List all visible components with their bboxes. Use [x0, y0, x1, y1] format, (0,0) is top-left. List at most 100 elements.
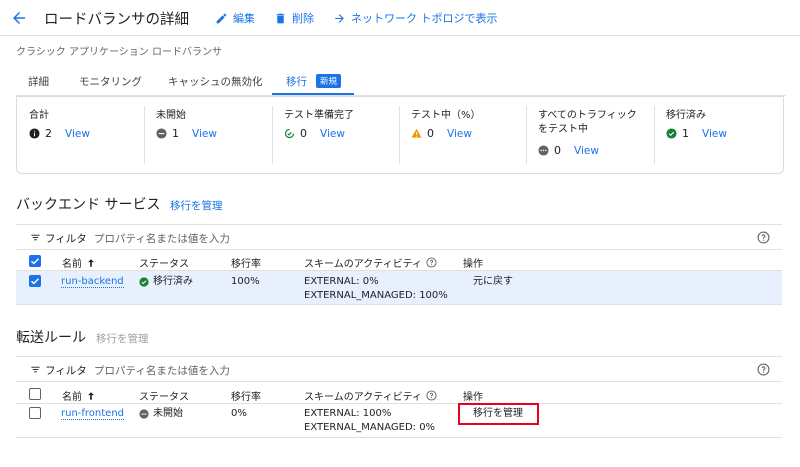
active-tab-indicator	[272, 93, 354, 95]
help-icon[interactable]	[426, 390, 437, 401]
more-circle-icon	[538, 145, 549, 156]
forwarding-name-link[interactable]: run-frontend	[61, 408, 125, 420]
help-icon[interactable]	[757, 363, 770, 376]
forwarding-filter-bar[interactable]: フィルタ プロパティ名または値を入力	[16, 356, 782, 382]
scheme-external-managed: EXTERNAL_MANAGED: 0%	[304, 422, 436, 433]
arrow-right-icon	[335, 13, 344, 23]
help-icon[interactable]	[426, 257, 437, 268]
sort-ascending-icon	[88, 258, 94, 267]
stat-migrated-title: 移行済み	[666, 110, 706, 121]
filter-icon	[31, 234, 40, 241]
stat-total-title: 合計	[29, 110, 49, 121]
rate-cell: 0%	[231, 408, 247, 419]
backend-services-title: バックエンド サービス	[16, 197, 161, 213]
tab-details[interactable]: 詳細	[28, 74, 49, 89]
sort-ascending-icon	[88, 391, 94, 400]
stat-testing-count: 0	[427, 127, 434, 140]
scheme-external-managed: EXTERNAL_MANAGED: 100%	[304, 290, 448, 301]
column-actions-header: 操作	[463, 259, 483, 270]
delete-label: 削除	[292, 12, 314, 25]
check-circle-icon	[666, 128, 677, 139]
page-title: ロードバランサの詳細	[44, 12, 189, 28]
table-row[interactable]: run-frontend 未開始 0% EXTERNAL: 100% EXTER…	[16, 404, 782, 438]
column-actions-header: 操作	[463, 392, 483, 403]
status-label: 未開始	[153, 408, 183, 419]
stat-divider	[144, 106, 145, 164]
filter-label: フィルタ	[45, 365, 87, 377]
warning-icon	[411, 128, 422, 138]
network-topology-button[interactable]: ネットワーク トポロジで表示	[333, 10, 498, 26]
minus-circle-icon	[156, 128, 167, 139]
page-header: ロードバランサの詳細 編集 削除 ネットワーク トポロジで表示	[0, 0, 800, 36]
backend-filter-bar[interactable]: フィルタ プロパティ名または値を入力	[16, 224, 782, 250]
filter-label: フィルタ	[45, 233, 87, 245]
help-icon[interactable]	[757, 231, 770, 244]
forwarding-table-header: 名前 ステータス 移行率 スキームのアクティビティ 操作	[16, 385, 782, 404]
info-icon	[29, 128, 40, 139]
column-scheme-header: スキームのアクティビティ	[304, 255, 437, 270]
back-arrow-icon[interactable]	[10, 9, 28, 27]
stat-divider	[272, 106, 273, 164]
stat-testing-value: 0 View	[411, 127, 472, 140]
column-name-header[interactable]: 名前	[62, 388, 96, 403]
row-checkbox[interactable]	[29, 275, 41, 287]
scheme-external: EXTERNAL: 100%	[304, 408, 392, 419]
load-balancer-type: クラシック アプリケーション ロードバランサ	[16, 47, 222, 58]
stat-total-value: 2 View	[29, 127, 90, 140]
stat-divider	[399, 106, 400, 164]
tab-cache-invalidation[interactable]: キャッシュの無効化	[168, 74, 263, 89]
stat-divider	[526, 106, 527, 164]
stat-all-traffic-title: すべてのトラフィック をテスト中	[538, 109, 637, 137]
select-all-checkbox[interactable]	[29, 255, 41, 267]
stat-all-traffic-count: 0	[554, 144, 561, 157]
column-name-label: 名前	[62, 259, 82, 270]
stat-migrated-count: 1	[682, 127, 689, 140]
stat-testing-view-link[interactable]: View	[447, 128, 472, 140]
check-icon	[30, 278, 40, 285]
stat-all-traffic-title-line2: をテスト中	[538, 124, 588, 135]
status-label: 移行済み	[153, 276, 193, 287]
stat-migrated-value: 1 View	[666, 127, 727, 140]
backend-name-link[interactable]: run-backend	[61, 276, 124, 288]
stat-ready-value: 0 View	[284, 127, 345, 140]
table-row[interactable]: run-backend 移行済み 100% EXTERNAL: 0% EXTER…	[16, 271, 782, 305]
stat-total-view-link[interactable]: View	[65, 128, 90, 140]
revert-button[interactable]: 元に戻す	[473, 275, 513, 289]
stat-not-started-view-link[interactable]: View	[192, 128, 217, 140]
new-badge: 新規	[316, 74, 342, 88]
column-name-header[interactable]: 名前	[62, 255, 96, 270]
scheme-external: EXTERNAL: 0%	[304, 276, 379, 287]
tab-migration[interactable]: 移行	[286, 74, 307, 89]
column-scheme-label: スキームのアクティビティ	[304, 259, 422, 270]
stat-not-started-value: 1 View	[156, 127, 217, 140]
status-cell: 移行済み	[139, 275, 193, 289]
stat-not-started-count: 1	[172, 127, 179, 140]
stat-testing-title: テスト中（%）	[411, 110, 481, 121]
filter-icon	[31, 366, 40, 373]
refresh-check-icon	[284, 128, 295, 139]
highlight-box	[458, 403, 539, 425]
stat-migrated-view-link[interactable]: View	[702, 128, 727, 140]
stat-ready-count: 0	[300, 127, 307, 140]
edit-label: 編集	[233, 12, 255, 25]
stat-total-count: 2	[45, 127, 52, 140]
column-status-header: ステータス	[139, 259, 189, 270]
select-all-checkbox[interactable]	[29, 388, 41, 400]
column-scheme-label: スキームのアクティビティ	[304, 392, 422, 403]
stat-divider	[654, 106, 655, 164]
backend-filter-input[interactable]: プロパティ名または値を入力	[94, 231, 230, 246]
check-circle-icon	[139, 277, 149, 287]
stat-all-traffic-view-link[interactable]: View	[574, 145, 599, 157]
delete-button[interactable]: 削除	[274, 10, 314, 26]
forwarding-filter-input[interactable]: プロパティ名または値を入力	[94, 363, 230, 378]
backend-table-header: 名前 ステータス 移行率 スキームのアクティビティ 操作	[16, 252, 782, 271]
stat-ready-view-link[interactable]: View	[320, 128, 345, 140]
tab-monitoring[interactable]: モニタリング	[79, 74, 142, 89]
edit-button[interactable]: 編集	[215, 10, 255, 26]
row-checkbox[interactable]	[29, 407, 41, 419]
backend-manage-migration-link[interactable]: 移行を管理	[170, 198, 223, 213]
stat-ready-title: テスト準備完了	[284, 110, 354, 121]
rate-cell: 100%	[231, 276, 260, 287]
network-topology-label: ネットワーク トポロジで表示	[351, 12, 498, 25]
trash-icon	[276, 13, 285, 23]
